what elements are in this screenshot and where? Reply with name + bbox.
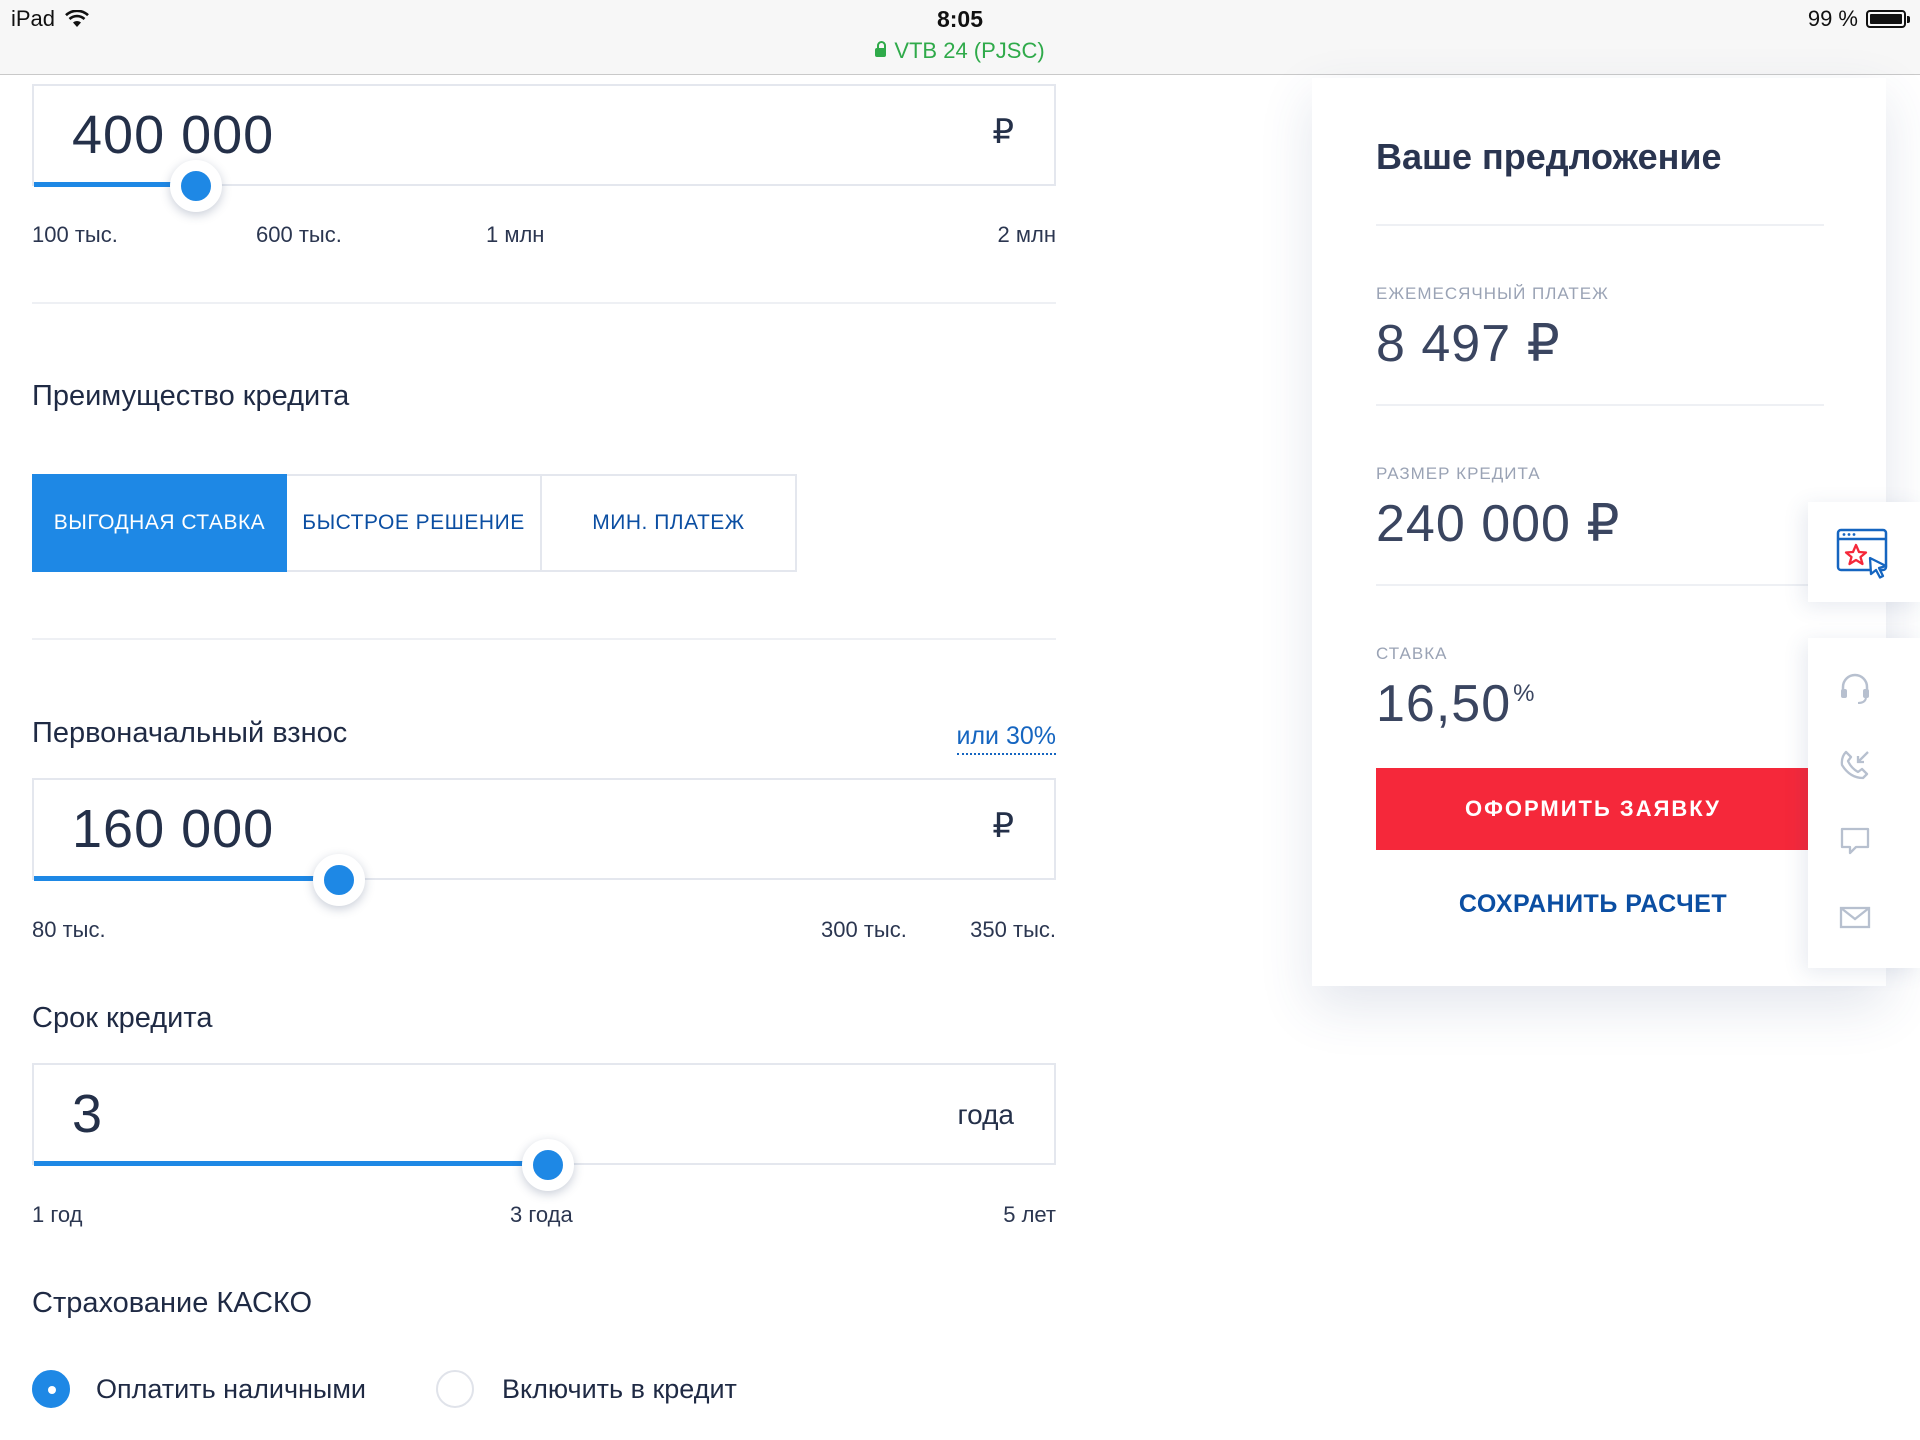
offer-card: Ваше предложение ЕЖЕМЕСЯЧНЫЙ ПЛАТЕЖ 8 49… <box>1312 78 1886 986</box>
casco-cash-radio[interactable] <box>32 1370 70 1408</box>
loan-amount-slider-handle[interactable] <box>169 160 222 212</box>
ruble-sign: ₽ <box>992 113 1014 151</box>
scale-label: 1 млн <box>486 222 545 247</box>
rate-value: 16,50% <box>1376 674 1535 734</box>
casco-credit-radio[interactable] <box>435 1370 474 1408</box>
contact-tools-panel <box>1808 638 1920 968</box>
offer-title: Ваше предложение <box>1376 136 1722 177</box>
apply-button[interactable]: ОФОРМИТЬ ЗАЯВКУ <box>1376 768 1810 850</box>
down-payment-scale: 80 тыс. 300 тыс. 350 тыс. <box>32 917 1056 947</box>
casco-cash-label[interactable]: Оплатить наличными <box>96 1374 366 1405</box>
advantage-best-rate-button[interactable]: ВЫГОДНАЯ СТАВКА <box>32 474 287 572</box>
loan-amount-scale: 100 тыс. 600 тыс. 1 млн 2 млн <box>32 222 1056 252</box>
scale-label: 100 тыс. <box>32 222 118 247</box>
lock-icon <box>875 41 887 57</box>
scale-label: 300 тыс. <box>821 917 907 942</box>
rate-label: СТАВКА <box>1376 644 1448 663</box>
advantage-min-payment-button[interactable]: МИН. ПЛАТЕЖ <box>542 474 797 572</box>
advantage-heading: Преимущество кредита <box>32 380 350 412</box>
advantage-fast-decision-button[interactable]: БЫСТРОЕ РЕШЕНИЕ <box>287 474 542 572</box>
advantage-selector: ВЫГОДНАЯ СТАВКА БЫСТРОЕ РЕШЕНИЕ МИН. ПЛА… <box>32 474 797 572</box>
term-slider-fill <box>34 1161 551 1166</box>
monthly-payment-label: ЕЖЕМЕСЯЧНЫЙ ПЛАТЕЖ <box>1376 284 1609 303</box>
status-bar: iPad 8:05 VTB 24 (PJSC) 99 % <box>0 0 1920 75</box>
scale-label: 350 тыс. <box>970 917 1056 942</box>
site-name: VTB 24 (PJSC) <box>894 38 1045 63</box>
rate-number: 16,50 <box>1376 675 1512 733</box>
scale-label: 5 лет <box>1003 1202 1056 1227</box>
term-slider-handle[interactable] <box>522 1139 575 1191</box>
save-calculation-link[interactable]: СОХРАНИТЬ РАСЧЕТ <box>1376 890 1810 919</box>
status-right: 99 % <box>1807 6 1910 32</box>
address-bar[interactable]: VTB 24 (PJSC) <box>0 38 1920 64</box>
divider <box>1376 224 1824 226</box>
term-heading: Срок кредита <box>32 1002 213 1034</box>
casco-credit-label[interactable]: Включить в кредит <box>502 1374 737 1405</box>
scale-label: 3 года <box>510 1202 573 1227</box>
mail-icon[interactable] <box>1838 900 1872 934</box>
headset-icon[interactable] <box>1838 672 1872 706</box>
callback-phone-icon[interactable] <box>1838 748 1872 782</box>
loan-amount-value[interactable]: 400 000 <box>72 104 274 166</box>
credit-size-value: 240 000 ₽ <box>1376 495 1621 553</box>
down-payment-slider-fill <box>34 876 342 881</box>
scale-label: 2 млн <box>997 222 1056 247</box>
down-payment-value[interactable]: 160 000 <box>72 798 274 860</box>
divider <box>1376 584 1824 586</box>
monthly-payment-value: 8 497 ₽ <box>1376 315 1561 373</box>
down-payment-heading: Первоначальный взнос <box>32 717 348 749</box>
divider <box>1376 404 1824 406</box>
down-payment-percent-link[interactable]: или 30% <box>956 722 1056 755</box>
casco-options: Оплатить наличными Включить в кредит <box>32 1370 737 1408</box>
chat-icon[interactable] <box>1838 824 1872 858</box>
term-scale: 1 год 3 года 5 лет <box>32 1202 1056 1232</box>
favorite-page-icon[interactable] <box>1836 528 1892 580</box>
down-payment-field[interactable]: 160 000 ₽ <box>32 778 1056 881</box>
favorites-panel <box>1808 502 1920 602</box>
down-payment-slider-handle[interactable] <box>313 854 366 906</box>
clock: 8:05 <box>936 6 984 32</box>
battery-icon <box>1866 10 1910 28</box>
scale-label: 600 тыс. <box>256 222 342 247</box>
scale-label: 1 год <box>32 1202 83 1227</box>
ruble-sign: ₽ <box>992 807 1014 845</box>
divider <box>32 302 1056 304</box>
scale-label: 80 тыс. <box>32 917 106 942</box>
casco-heading: Страхование КАСКО <box>32 1287 313 1319</box>
rate-unit: % <box>1513 680 1536 707</box>
credit-size-label: РАЗМЕР КРЕДИТА <box>1376 464 1541 483</box>
divider <box>32 638 1056 640</box>
battery-percent: 99 % <box>1807 6 1858 31</box>
term-unit: года <box>957 1099 1014 1130</box>
term-value[interactable]: 3 <box>72 1083 103 1145</box>
